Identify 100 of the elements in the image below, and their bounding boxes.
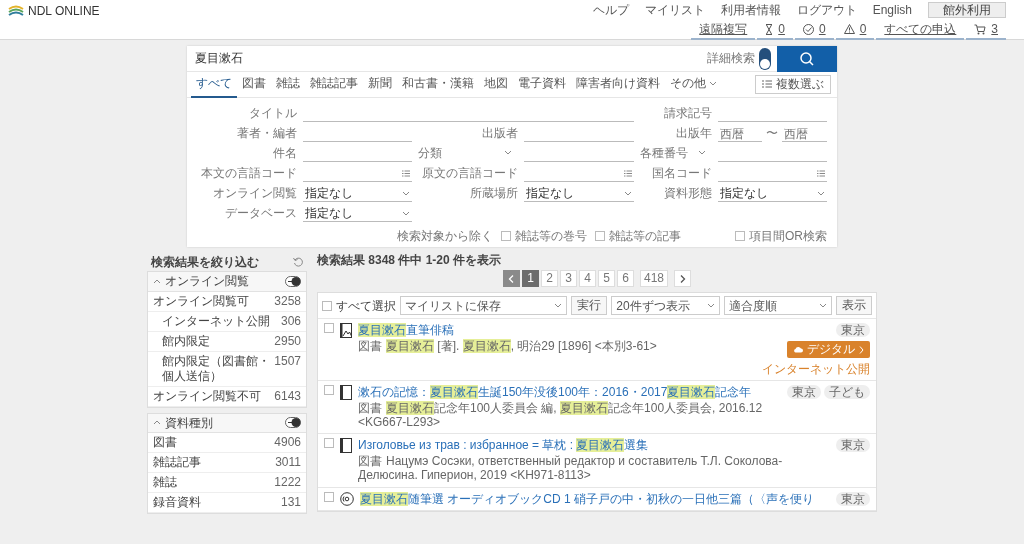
facet-option[interactable]: 館内限定（図書館・個人送信） 1507 [148, 351, 306, 387]
result-title-link[interactable]: Изголовье из трав : избранное = 草枕 : 夏目漱石選集 [358, 438, 830, 453]
category-tab[interactable]: 障害者向け資料 [571, 71, 665, 98]
facet-option[interactable]: 録音資料 131 [148, 493, 306, 514]
facet-option[interactable]: 館内限定 2950 [148, 331, 306, 352]
toggle-icon [285, 417, 301, 429]
sort-select[interactable]: 適合度順 [723, 296, 832, 316]
search-button[interactable] [777, 45, 837, 72]
page-button[interactable]: 6 [617, 270, 634, 288]
checkbox[interactable] [324, 385, 334, 396]
page-button[interactable]: 5 [598, 270, 615, 288]
status-link[interactable]: すべての申込 [876, 20, 965, 40]
facet-option-label: 雑誌記事 [153, 455, 201, 471]
category-tab[interactable]: 電子資料 [513, 71, 571, 98]
page-button[interactable]: 1 [522, 270, 539, 288]
header-link[interactable]: English [872, 2, 912, 18]
chevron-up-icon [153, 279, 161, 285]
facet-option-label: インターネット公開 [162, 313, 270, 329]
next-page-button[interactable] [674, 270, 691, 288]
field-label: 出版年 [674, 125, 712, 142]
category-tab[interactable]: すべて [191, 71, 237, 98]
result-title-link[interactable]: 夏目漱石直筆俳稿 [358, 323, 756, 338]
outside-use-button[interactable]: 館外利用 [928, 2, 1006, 18]
field-label: データベース [224, 205, 297, 222]
run-button[interactable]: 実行 [571, 296, 608, 316]
chevron-down-icon [402, 211, 411, 216]
checkbox[interactable] [322, 300, 332, 311]
page-button[interactable]: 3 [560, 270, 577, 288]
chevron-down-icon [817, 191, 825, 196]
facet-header[interactable]: オンライン閲覧 [148, 272, 306, 292]
dropdown-field[interactable]: 指定なし [303, 186, 413, 202]
chevron-down-icon [554, 303, 563, 309]
list-icon [623, 170, 632, 177]
page-button[interactable]: 4 [579, 270, 596, 288]
facet-count: 3011 [275, 455, 301, 471]
result-title-link[interactable]: 漱石の記憶：夏目漱石生誕150年没後100年：2016・2017夏目漱石記念年 [358, 385, 781, 400]
cart-icon [974, 23, 987, 35]
list-action-select[interactable]: マイリストに保存 [400, 296, 568, 316]
checkbox[interactable] [324, 491, 334, 502]
field-label: 著者・編者 [236, 125, 297, 142]
status-counter[interactable]: 3 [966, 20, 1006, 40]
facet-option[interactable]: インターネット公開 306 [148, 311, 306, 332]
location-tag: 東京 [836, 438, 870, 453]
facet-header[interactable]: 資料種別 [148, 413, 306, 434]
page-button[interactable]: 418 [640, 270, 668, 288]
range-separator: 〜 [766, 125, 779, 142]
facet-option[interactable]: 雑誌 1222 [148, 473, 306, 494]
category-tab[interactable]: 雑誌 [271, 71, 305, 98]
category-tab[interactable]: その他 [665, 71, 722, 98]
facet-count: 306 [280, 313, 301, 329]
header-link[interactable]: ログアウト [796, 2, 857, 18]
warning-icon [843, 24, 855, 34]
chevron-down-icon [819, 303, 827, 309]
facet-option[interactable]: オンライン閲覧不可 6143 [148, 386, 306, 407]
year-field[interactable]: 西暦 [717, 126, 763, 142]
dropdown-field[interactable]: 指定なし [717, 186, 827, 202]
field-label: タイトル [248, 105, 297, 122]
status-counter[interactable]: 0 [794, 20, 834, 40]
advanced-search-toggle[interactable] [759, 47, 771, 70]
category-tab[interactable]: 図書 [237, 71, 271, 98]
checkbox[interactable] [324, 438, 334, 449]
header-link[interactable]: マイリスト [644, 2, 705, 18]
facet-option-label: 図書 [153, 435, 177, 451]
checkbox-label: 雑誌等の巻号 [515, 229, 587, 244]
checkbox[interactable] [595, 231, 605, 242]
header-link[interactable]: ヘルプ [592, 2, 629, 18]
per-page-select[interactable]: 20件ずつ表示 [611, 296, 720, 316]
status-link[interactable]: 遠隔複写 [691, 20, 756, 40]
field-type-select[interactable]: 各種番号 [639, 145, 712, 162]
picture-book-icon [340, 323, 352, 339]
previous-page-button[interactable] [503, 270, 520, 288]
status-counter[interactable]: 0 [835, 20, 875, 40]
result-title-link[interactable]: 夏目漱石随筆選 オーディオブックCD 1 硝子戸の中・初秋の一日他三篇（〈声を便り [360, 491, 830, 506]
facet-option[interactable]: 図書 4906 [148, 433, 306, 454]
search-field[interactable]: 夏目漱石 [187, 46, 707, 71]
show-button[interactable]: 表示 [836, 296, 872, 316]
facet-option[interactable]: 雑誌記事 3011 [148, 453, 306, 474]
header-link[interactable]: 利用者情報 [720, 2, 781, 18]
facet-option[interactable]: オンライン閲覧可 3258 [148, 291, 306, 312]
page-button[interactable]: 2 [541, 270, 558, 288]
multi-select-button[interactable]: 複数選ぶ [755, 75, 831, 94]
dropdown-field[interactable]: 指定なし [303, 206, 413, 222]
checkbox[interactable] [735, 231, 745, 242]
checkbox[interactable] [501, 231, 511, 242]
year-field[interactable]: 西暦 [782, 126, 827, 142]
chevron-down-icon [697, 150, 706, 156]
field-type-select[interactable]: 分類 [418, 145, 519, 162]
category-tab[interactable]: 新聞 [363, 71, 397, 98]
category-tab[interactable]: 雑誌記事 [305, 71, 363, 98]
facet-count: 3258 [274, 293, 301, 309]
category-tab[interactable]: 地図 [479, 71, 513, 98]
location-tag: 東京 [836, 491, 870, 506]
checkbox[interactable] [324, 323, 334, 334]
site-logo-text[interactable]: NDL ONLINE [28, 3, 100, 19]
chevron-up-icon [153, 420, 161, 426]
dropdown-field[interactable]: 指定なし [524, 186, 634, 202]
field-label: 国名コード [650, 165, 712, 182]
result-details: 図書 夏目漱石 [著]. 夏目漱石, 明治29 [1896] <本別3-61> [358, 338, 658, 354]
category-tab[interactable]: 和古書・漢籍 [397, 71, 479, 98]
status-counter[interactable]: 0 [757, 20, 793, 40]
